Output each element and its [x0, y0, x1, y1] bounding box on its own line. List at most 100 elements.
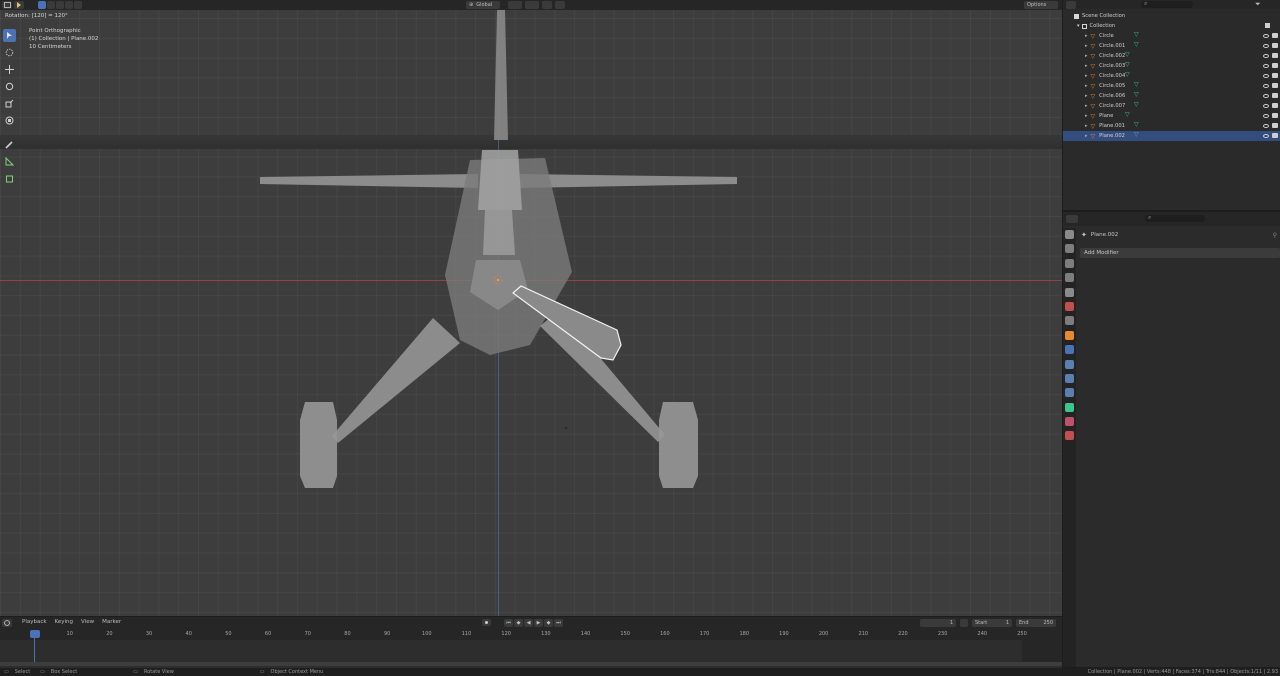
right-wheel[interactable] — [659, 402, 698, 488]
play-reverse-button[interactable]: ◀ — [524, 619, 533, 627]
jump-end-button[interactable]: ⏭ — [554, 619, 563, 627]
view-layer-tab-icon[interactable] — [1065, 273, 1074, 283]
render-camera-icon[interactable] — [1272, 113, 1278, 120]
pivot-point-button[interactable] — [508, 1, 522, 9]
pin-icon[interactable]: ⚲ — [1273, 232, 1277, 239]
marker-menu[interactable]: Marker — [102, 619, 121, 625]
auto-keying-button[interactable] — [482, 619, 491, 626]
render-camera-icon[interactable] — [1272, 93, 1278, 100]
start-frame-field[interactable]: Start 1 — [972, 619, 1012, 627]
expand-arrow-icon[interactable]: ▸ — [1085, 93, 1088, 99]
expand-arrow-icon[interactable]: ▸ — [1085, 43, 1088, 49]
render-camera-icon[interactable] — [1272, 133, 1278, 140]
outliner-item[interactable]: ▸ ▽ Plane ▽ — [1063, 111, 1280, 121]
proportional-edit-button[interactable] — [555, 1, 565, 9]
transform-orientation-dropdown[interactable]: ⊕ Global — [466, 1, 500, 9]
visibility-eye-icon[interactable] — [1263, 124, 1269, 130]
timeline-scrollbar[interactable] — [0, 662, 1062, 666]
visibility-eye-icon[interactable] — [1263, 44, 1269, 50]
outliner-item[interactable]: ▸ ▽ Circle.007 ▽ — [1063, 101, 1280, 111]
properties-editor-type-button[interactable] — [1066, 215, 1078, 223]
visibility-eye-icon[interactable] — [1263, 54, 1269, 60]
select-intersect-button[interactable] — [74, 1, 82, 9]
outliner-item[interactable]: ▸ ▽ Circle.002 ▽ — [1063, 51, 1280, 61]
keying-menu[interactable]: Keying — [55, 619, 73, 625]
render-tab-icon[interactable] — [1065, 244, 1074, 254]
expand-arrow-icon[interactable]: ▸ — [1085, 103, 1088, 109]
visibility-eye-icon[interactable] — [1263, 134, 1269, 140]
current-frame-field[interactable]: 1 — [920, 619, 956, 627]
mode-button[interactable] — [14, 1, 24, 9]
outliner-item[interactable]: ▸ ▽ Circle.006 ▽ — [1063, 91, 1280, 101]
world-tab-icon[interactable] — [1065, 301, 1074, 311]
render-camera-icon[interactable] — [1272, 53, 1278, 60]
play-button[interactable]: ▶ — [534, 619, 543, 627]
modifier-tab-icon[interactable] — [1065, 345, 1074, 355]
visibility-eye-icon[interactable] — [1263, 34, 1269, 40]
playback-menu[interactable]: Playback — [22, 619, 47, 625]
aircraft-model[interactable] — [260, 10, 737, 488]
timeline-area[interactable]: 1102030405060708090100110120130140150160… — [0, 628, 1062, 668]
3d-viewport[interactable]: Rotation: [120] = 120° Point Orthographi… — [0, 10, 1062, 616]
filter-icon[interactable]: ⏷ — [1255, 0, 1261, 9]
left-wheel[interactable] — [300, 402, 337, 488]
collection-tab-icon[interactable] — [1065, 316, 1074, 326]
object-tab-icon[interactable] — [1065, 330, 1074, 340]
select-subtract-button[interactable] — [56, 1, 64, 9]
select-difference-button[interactable] — [65, 1, 73, 9]
constraints-tab-icon[interactable] — [1065, 388, 1074, 398]
scene-collection-row[interactable]: Scene Collection — [1063, 11, 1280, 21]
select-new-button[interactable] — [38, 1, 46, 9]
particles-tab-icon[interactable] — [1065, 359, 1074, 369]
render-camera-icon[interactable] — [1272, 63, 1278, 70]
properties-search-input[interactable]: ⌕ — [1145, 214, 1205, 222]
visibility-eye-icon[interactable] — [1263, 104, 1269, 110]
left-strut[interactable] — [332, 318, 460, 443]
visibility-eye-icon[interactable] — [1263, 84, 1269, 90]
select-extend-button[interactable] — [47, 1, 55, 9]
fuselage-nose[interactable] — [478, 150, 522, 210]
outliner-item[interactable]: ▸ ▽ Plane.001 ▽ — [1063, 121, 1280, 131]
outliner-editor-type-button[interactable] — [1066, 1, 1076, 9]
add-modifier-dropdown[interactable]: Add Modifier — [1080, 248, 1280, 258]
expand-arrow-icon[interactable]: ▸ — [1085, 123, 1088, 129]
editor-type-button[interactable] — [2, 1, 12, 9]
render-camera-icon[interactable] — [1272, 83, 1278, 90]
expand-arrow-icon[interactable]: ▸ — [1085, 83, 1088, 89]
options-dropdown[interactable]: Options — [1024, 1, 1058, 9]
collection-row[interactable]: ▾ Collection — [1063, 21, 1280, 31]
timeline-editor-type-button[interactable] — [2, 619, 12, 627]
outliner-item[interactable]: ▸ ▽ Circle.001 ▽ — [1063, 41, 1280, 51]
render-camera-icon[interactable] — [1272, 103, 1278, 110]
jump-start-button[interactable]: ⏮ — [504, 619, 513, 627]
output-tab-icon[interactable] — [1065, 258, 1074, 268]
next-keyframe-button[interactable]: ◆ — [544, 619, 553, 627]
render-camera-icon[interactable] — [1272, 123, 1278, 130]
expand-arrow-icon[interactable]: ▸ — [1085, 73, 1088, 79]
visibility-eye-icon[interactable] — [1263, 64, 1269, 70]
visibility-eye-icon[interactable] — [1263, 94, 1269, 100]
view-menu[interactable]: View — [81, 619, 94, 625]
object-data-tab-icon[interactable] — [1065, 402, 1074, 412]
tail-fin[interactable] — [494, 10, 508, 140]
fuselage-neck[interactable] — [483, 210, 515, 255]
right-wing[interactable] — [520, 174, 737, 188]
visibility-eye-icon[interactable] — [1263, 114, 1269, 120]
expand-arrow-icon[interactable]: ▸ — [1085, 33, 1088, 39]
snap-target-button[interactable] — [542, 1, 552, 9]
material-tab-icon[interactable] — [1065, 417, 1074, 427]
left-wing[interactable] — [260, 174, 478, 188]
visibility-eye-icon[interactable] — [1263, 74, 1269, 80]
expand-arrow-icon[interactable]: ▸ — [1085, 53, 1088, 59]
physics-tab-icon[interactable] — [1065, 373, 1074, 383]
expand-arrow-icon[interactable]: ▸ — [1085, 133, 1088, 139]
render-camera-icon[interactable] — [1272, 33, 1278, 40]
prev-keyframe-button[interactable]: ◆ — [514, 619, 523, 627]
playhead[interactable] — [30, 630, 40, 638]
texture-tab-icon[interactable] — [1065, 431, 1074, 441]
expand-arrow-icon[interactable]: ▸ — [1085, 113, 1088, 119]
exclude-checkbox[interactable] — [1265, 23, 1270, 28]
tool-tab-icon[interactable] — [1065, 230, 1074, 239]
outliner-search-input[interactable]: ⌕ — [1141, 0, 1193, 8]
expand-arrow-icon[interactable]: ▸ — [1085, 63, 1088, 69]
